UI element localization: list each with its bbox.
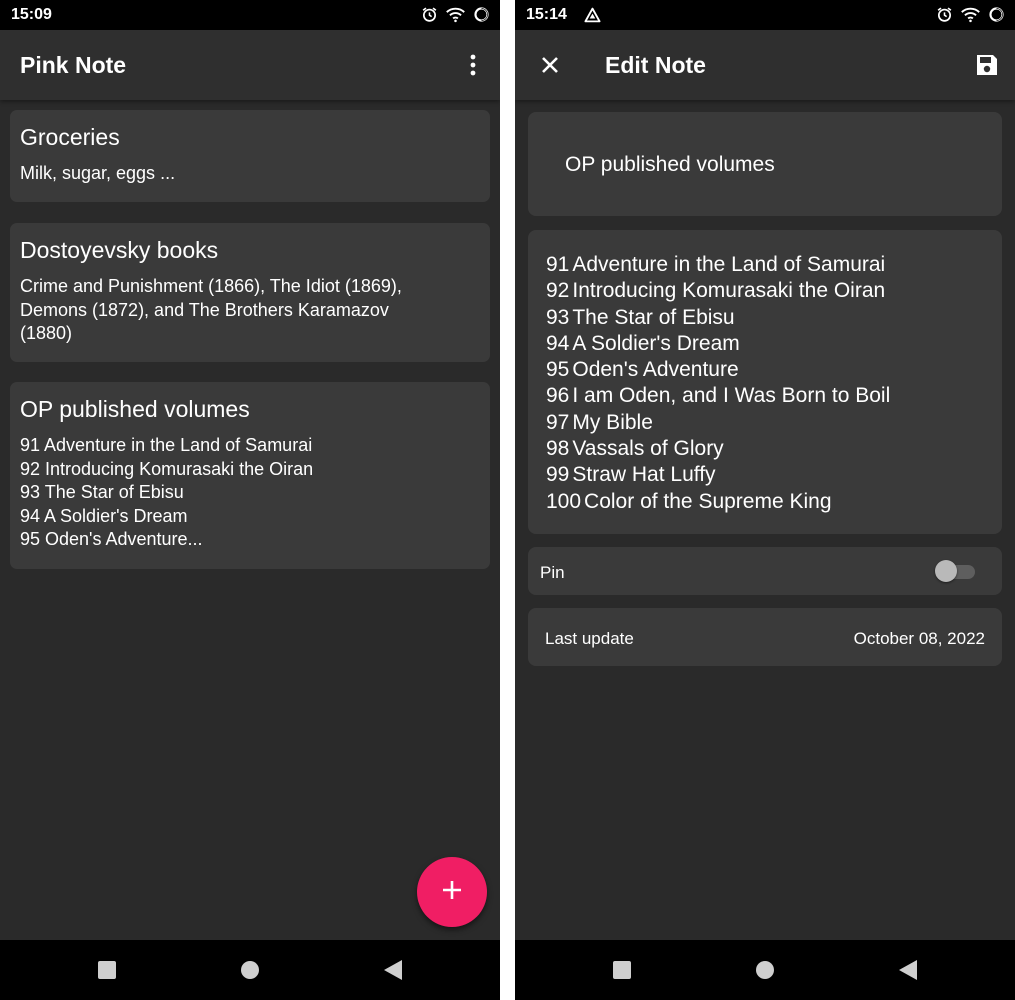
- note-preview-line: Demons (1872), and The Brothers Karamazo…: [20, 299, 389, 320]
- back-icon[interactable]: [896, 958, 920, 982]
- alarm-icon: [421, 6, 438, 23]
- add-note-button[interactable]: [417, 857, 487, 927]
- volume-number: 94: [546, 331, 570, 355]
- note-title-value: OP published volumes: [565, 153, 775, 176]
- note-card-groceries[interactable]: Groceries Milk, sugar, eggs ...: [10, 110, 490, 202]
- note-body-line: 100 Color of the Supreme King: [546, 489, 984, 515]
- home-icon[interactable]: [753, 958, 777, 982]
- alarm-icon: [936, 6, 953, 23]
- note-preview: 91 Adventure in the Land of Samurai 92 I…: [20, 434, 480, 552]
- battery-icon: [473, 6, 490, 23]
- volume-title: My Bible: [572, 410, 653, 434]
- status-time: 15:09: [11, 6, 52, 23]
- note-body-line: 94 A Soldier's Dream: [546, 331, 984, 357]
- status-bar: 15:14: [515, 0, 1015, 30]
- save-icon[interactable]: [970, 48, 1004, 82]
- note-preview-line: 95 Oden's Adventure...: [20, 529, 203, 549]
- wifi-icon: [961, 6, 980, 23]
- last-update-row: Last update October 08, 2022: [528, 608, 1002, 666]
- volume-title: I am Oden, and I Was Born to Boil: [572, 384, 891, 408]
- status-bar: 15:09: [0, 0, 500, 30]
- app-bar: Edit Note: [515, 30, 1015, 100]
- notes-list-screen: 15:09 Pink Note Groceries Milk, sugar, e…: [0, 0, 500, 1000]
- volume-number: 100: [546, 489, 582, 513]
- volume-number: 93: [546, 305, 570, 329]
- note-body-line: 93 The Star of Ebisu: [546, 305, 984, 331]
- drive-icon: [584, 7, 601, 28]
- pin-row: Pin: [528, 547, 1002, 595]
- volume-title: Vassals of Glory: [572, 437, 724, 461]
- volume-number: 96: [546, 384, 570, 408]
- volume-number: 91: [546, 253, 570, 276]
- plus-icon: [441, 879, 463, 906]
- note-title: Groceries: [20, 124, 120, 150]
- screen-title: Edit Note: [605, 52, 706, 78]
- volume-title: The Star of Ebisu: [572, 305, 735, 329]
- note-preview: Milk, sugar, eggs ...: [20, 162, 480, 186]
- note-preview: Crime and Punishment (1866), The Idiot (…: [20, 275, 480, 346]
- note-body-line: 91 Adventure in the Land of Samurai: [546, 252, 984, 278]
- note-body-line: 99 Straw Hat Luffy: [546, 462, 984, 488]
- note-body-line: 95 Oden's Adventure: [546, 357, 984, 383]
- note-title: OP published volumes: [20, 396, 250, 422]
- wifi-icon: [446, 6, 465, 23]
- recents-icon[interactable]: [610, 958, 634, 982]
- home-icon[interactable]: [238, 958, 262, 982]
- status-icons: [421, 6, 490, 23]
- volume-title: A Soldier's Dream: [572, 331, 740, 355]
- volume-number: 99: [546, 463, 570, 487]
- note-card-op-published-volumes[interactable]: OP published volumes 91 Adventure in the…: [10, 382, 490, 569]
- last-update-value: October 08, 2022: [853, 629, 985, 648]
- note-body-line: 97 My Bible: [546, 410, 984, 436]
- note-body-line: 92 Introducing Komurasaki the Oiran: [546, 278, 984, 304]
- pin-toggle[interactable]: [933, 558, 979, 584]
- navigation-bar: [515, 940, 1015, 1000]
- volume-number: 98: [546, 437, 570, 461]
- volume-title: Straw Hat Luffy: [572, 463, 716, 487]
- volume-title: Oden's Adventure: [572, 358, 739, 382]
- note-title-input[interactable]: OP published volumes: [528, 112, 1002, 216]
- app-bar: Pink Note: [0, 30, 500, 100]
- note-preview-line: 93 The Star of Ebisu: [20, 482, 184, 502]
- note-title: Dostoyevsky books: [20, 237, 219, 263]
- back-icon[interactable]: [381, 958, 405, 982]
- volume-number: 92: [546, 279, 570, 303]
- note-preview-line: Crime and Punishment (1866), The Idiot (…: [20, 276, 402, 296]
- volume-number: 97: [546, 410, 570, 434]
- app-title: Pink Note: [20, 52, 127, 78]
- last-update-label: Last update: [545, 629, 634, 648]
- volume-number: 95: [546, 358, 570, 382]
- note-card-dostoyevsky-books[interactable]: Dostoyevsky books Crime and Punishment (…: [10, 223, 490, 362]
- pin-toggle-thumb: [935, 560, 957, 582]
- note-body-input[interactable]: 91 Adventure in the Land of Samurai 92 Int…: [528, 230, 1002, 534]
- note-body-line: 96 I am Oden, and I Was Born to Boil: [546, 383, 984, 409]
- edit-note-screen: 15:14 Edit Note OP published volumes 91 …: [515, 0, 1015, 1000]
- status-icons: [936, 6, 1005, 23]
- close-icon[interactable]: [535, 50, 565, 80]
- note-preview-line: 92 Introducing Komurasaki the Oiran: [20, 458, 314, 479]
- volume-title: Introducing Komurasaki the Oiran: [572, 279, 886, 303]
- note-preview-line: (1880): [20, 323, 73, 343]
- more-vert-icon[interactable]: [458, 50, 488, 80]
- note-preview-line: 94 A Soldier's Dream: [20, 505, 188, 526]
- note-body-line: 98 Vassals of Glory: [546, 436, 984, 462]
- note-preview-line: Milk, sugar, eggs ...: [20, 163, 176, 183]
- navigation-bar: [0, 940, 500, 1000]
- recents-icon[interactable]: [95, 958, 119, 982]
- volume-title: Color of the Supreme King: [584, 489, 832, 513]
- volume-title: Adventure in the Land of Samurai: [572, 253, 886, 276]
- note-preview-line: 91 Adventure in the Land of Samurai: [20, 435, 313, 455]
- battery-icon: [988, 6, 1005, 23]
- pin-label: Pin: [540, 563, 565, 582]
- status-time: 15:14: [526, 6, 567, 23]
